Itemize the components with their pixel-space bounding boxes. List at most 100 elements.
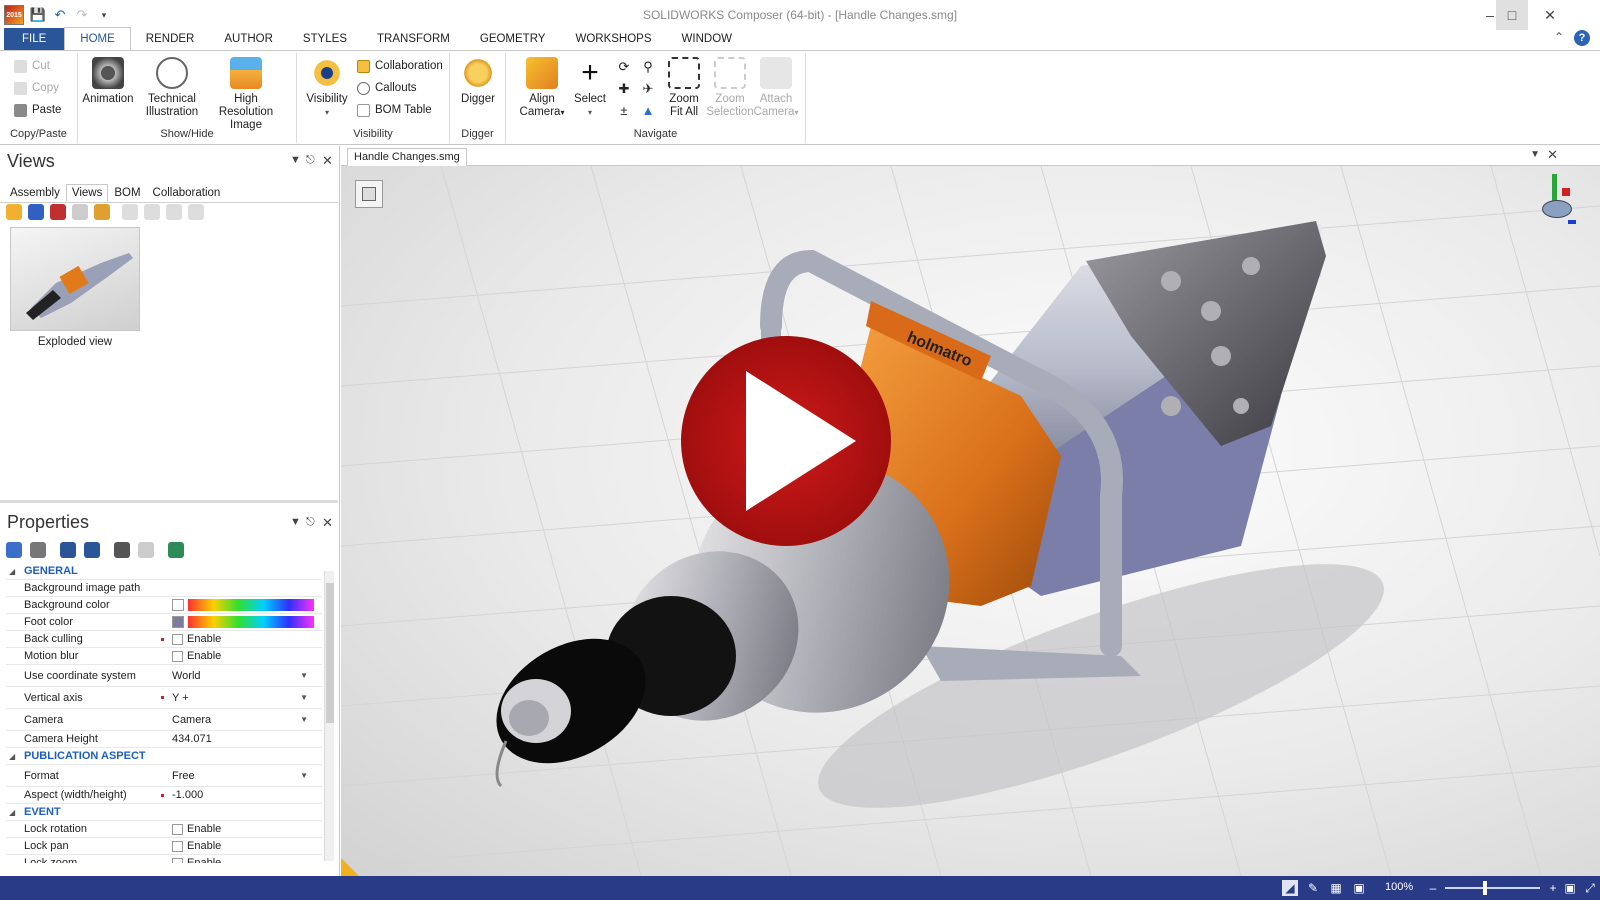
grid-icon[interactable]: ▦ <box>1328 880 1344 896</box>
zoom-slider-thumb[interactable] <box>1483 881 1487 895</box>
dropdown-arrow-icon[interactable]: ▼ <box>300 693 308 702</box>
close-panel-icon[interactable]: ✕ <box>322 515 333 531</box>
collaboration-toggle[interactable]: Collaboration <box>357 57 443 75</box>
pin-icon[interactable]: ⎋ <box>306 154 315 167</box>
property-value[interactable]: Free <box>172 770 195 782</box>
close-window-icon[interactable]: ✕ <box>1532 0 1568 30</box>
enable-checkbox[interactable] <box>172 857 183 863</box>
property-value-cell[interactable]: Free ▼ <box>172 765 322 786</box>
scrollbar-thumb[interactable] <box>326 583 334 723</box>
maximize-icon[interactable]: □ <box>1496 0 1528 30</box>
property-value-cell[interactable]: Enable <box>172 821 322 837</box>
collapse-section-icon[interactable]: ◢ <box>9 808 15 817</box>
save-icon[interactable]: 💾 <box>30 7 46 23</box>
property-section[interactable]: ◢ EVENT <box>6 804 322 821</box>
axis-triad-icon[interactable] <box>1536 174 1576 229</box>
visibility-button[interactable]: Visibility ▾ <box>297 57 357 119</box>
color-swatch[interactable] <box>172 616 184 628</box>
paint-view-icon[interactable] <box>94 204 110 220</box>
property-section[interactable]: ◢ PUBLICATION ASPECT <box>6 748 322 765</box>
property-value[interactable]: -1.000 <box>172 789 203 801</box>
property-value-cell[interactable]: -1.000 <box>172 787 322 803</box>
digger-button[interactable]: Digger <box>448 57 508 106</box>
tab-home[interactable]: HOME <box>64 27 131 50</box>
property-section[interactable]: ◢ GENERAL <box>6 563 322 580</box>
tab-collaboration[interactable]: Collaboration <box>147 184 227 202</box>
property-value-cell[interactable]: Camera ▼ <box>172 709 322 730</box>
dropdown-arrow-icon[interactable]: ▼ <box>300 671 308 680</box>
tab-list-icon[interactable]: ▼ <box>1530 149 1540 160</box>
property-value[interactable]: 434.071 <box>172 733 212 745</box>
redo-icon[interactable]: ↷ <box>74 7 90 23</box>
panel-menu-icon[interactable]: ▼ <box>290 154 301 166</box>
view-move-up-icon[interactable] <box>144 204 160 220</box>
dropdown-arrow-icon[interactable]: ▼ <box>300 715 308 724</box>
fullscreen-icon[interactable]: ⤢ <box>1582 880 1598 896</box>
enable-checkbox[interactable] <box>172 840 183 852</box>
property-value-cell[interactable]: 434.071 <box>172 731 322 747</box>
copy-button[interactable]: Copy <box>14 79 59 97</box>
tab-styles[interactable]: STYLES <box>288 28 362 50</box>
property-value[interactable]: Camera <box>172 714 211 726</box>
zoom-in-icon[interactable]: + <box>1545 880 1561 896</box>
color-picker-bar[interactable] <box>188 599 314 611</box>
view-move-icon[interactable] <box>122 204 138 220</box>
property-value-cell[interactable]: Enable <box>172 838 322 854</box>
property-value-cell[interactable]: Y + ▼ <box>172 687 322 708</box>
tab-assembly[interactable]: Assembly <box>4 184 66 202</box>
cut-button[interactable]: Cut <box>14 57 50 75</box>
property-value[interactable]: World <box>172 670 201 682</box>
attach-camera-button[interactable]: Attach Camera▾ <box>746 57 806 119</box>
property-value-cell[interactable]: Enable <box>172 631 322 647</box>
undo-icon[interactable]: ↶ <box>52 7 68 23</box>
collapse-section-icon[interactable]: ◢ <box>9 567 15 576</box>
zoom-slider[interactable] <box>1445 887 1540 889</box>
enable-checkbox[interactable] <box>172 650 183 662</box>
tab-render[interactable]: RENDER <box>131 28 210 50</box>
create-view-icon[interactable] <box>6 204 22 220</box>
pan-icon[interactable]: ✚ <box>616 81 632 97</box>
property-value-cell[interactable] <box>172 580 322 596</box>
customize-toolbar-icon[interactable]: ▾ <box>96 7 112 23</box>
bom-table-toggle[interactable]: BOM Table <box>357 101 432 119</box>
zoom-to-fit-icon[interactable]: ▣ <box>1351 880 1367 896</box>
sort-alpha-icon[interactable] <box>30 542 46 558</box>
view-option-icon[interactable] <box>72 204 88 220</box>
tab-author[interactable]: AUTHOR <box>209 28 288 50</box>
tab-workshops[interactable]: WORKSHOPS <box>560 28 666 50</box>
dropdown-arrow-icon[interactable]: ▼ <box>300 771 308 780</box>
collapse-icon[interactable] <box>84 542 100 558</box>
categorized-icon[interactable] <box>6 542 22 558</box>
help-icon[interactable]: ? <box>1574 30 1590 46</box>
close-panel-icon[interactable]: ✕ <box>322 153 333 169</box>
reset-icon[interactable] <box>114 542 130 558</box>
zoom-out-icon[interactable]: – <box>1425 880 1441 896</box>
panel-splitter[interactable] <box>0 500 338 503</box>
app-icon[interactable]: 2015 <box>4 5 24 25</box>
pencil-icon[interactable]: ✎ <box>1305 880 1321 896</box>
ortho-icon[interactable]: ◢ <box>1282 880 1298 896</box>
tab-transform[interactable]: TRANSFORM <box>362 28 465 50</box>
callouts-toggle[interactable]: Callouts <box>357 79 417 97</box>
tab-bom[interactable]: BOM <box>108 184 146 202</box>
export-properties-icon[interactable] <box>168 542 184 558</box>
paste-button[interactable]: Paste <box>14 101 61 119</box>
delete-view-icon[interactable] <box>50 204 66 220</box>
tab-file[interactable]: FILE <box>4 28 65 50</box>
zoom-icon[interactable]: ± <box>616 103 632 119</box>
enable-checkbox[interactable] <box>172 823 183 835</box>
tab-views[interactable]: Views <box>65 184 109 202</box>
enable-checkbox[interactable] <box>172 633 183 645</box>
rotate-icon[interactable]: ⟳ <box>616 59 632 75</box>
view-sort-icon[interactable] <box>188 204 204 220</box>
property-value-cell[interactable] <box>172 597 322 613</box>
high-resolution-image-button[interactable]: High Resolution Image <box>206 57 286 132</box>
pin-icon[interactable]: ⎋ <box>306 516 315 529</box>
collapse-ribbon-icon[interactable]: ⌃ <box>1554 30 1564 46</box>
select-button[interactable]: + Select ▾ <box>560 57 620 119</box>
tab-window[interactable]: WINDOW <box>667 28 747 50</box>
document-tab[interactable]: Handle Changes.smg <box>347 148 467 166</box>
expand-icon[interactable] <box>60 542 76 558</box>
tab-geometry[interactable]: GEOMETRY <box>465 28 561 50</box>
technical-illustration-button[interactable]: Technical Illustration <box>142 57 202 119</box>
